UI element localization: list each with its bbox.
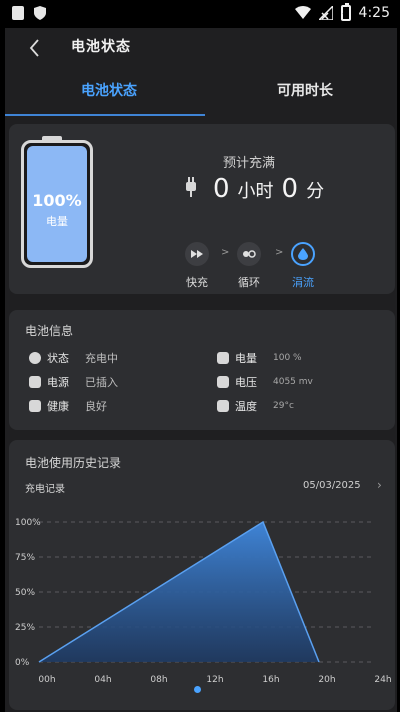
info-power-value: 已插入 bbox=[85, 376, 118, 389]
x-tick-label: 20h bbox=[318, 675, 335, 685]
chart-svg: 0% 25% 50% 75% 100% 00h 04h 08h 12h 16h 20h 24h bbox=[15, 518, 392, 685]
notification-square-icon bbox=[12, 6, 24, 20]
status-left bbox=[12, 6, 46, 20]
history-card: 电池使用历史记录 充电记录 05/03/2025 › 0% 25% 50% 75% 10… bbox=[9, 440, 395, 710]
charge-history-chart: 0% 25% 50% 75% 100% 00h 04h 08h 12h 16h 20h 24h bbox=[9, 506, 395, 694]
plug-icon bbox=[186, 177, 196, 197]
charge-record-label: 充电记录 bbox=[25, 484, 65, 495]
info-voltage-label: 电压 bbox=[235, 376, 257, 389]
trickle-drop-icon bbox=[291, 242, 315, 266]
app-window: 电池状态 电池状态 可用时长 100% 电量 预计充满 0 小时 0 分 快充 … bbox=[5, 28, 397, 712]
info-level-value: 100 % bbox=[273, 353, 302, 363]
fast-forward-icon bbox=[185, 242, 209, 266]
info-health: 健康 良好 bbox=[29, 398, 107, 414]
page-indicator-dot[interactable] bbox=[194, 686, 201, 693]
battery-tip bbox=[42, 136, 62, 142]
battery-percent: 100% bbox=[32, 191, 82, 210]
info-temperature: 温度 29°c bbox=[217, 398, 294, 414]
battery-label: 电量 bbox=[46, 215, 68, 228]
y-tick-label: 25% bbox=[15, 623, 35, 633]
info-voltage-value: 4055 mv bbox=[273, 377, 313, 387]
hours-unit: 小时 bbox=[237, 181, 274, 202]
info-status: 状态 充电中 bbox=[29, 350, 118, 366]
power-icon bbox=[29, 352, 41, 364]
clock: 4:25 bbox=[358, 5, 390, 21]
battery-level-icon bbox=[217, 352, 229, 364]
chevron-right-icon[interactable]: › bbox=[377, 478, 382, 492]
mode-separator-2: > bbox=[275, 247, 284, 258]
wifi-icon bbox=[294, 6, 311, 19]
mode-fast-label: 快充 bbox=[186, 276, 208, 289]
tab-usage-time[interactable]: 可用时长 bbox=[277, 80, 333, 100]
info-temperature-value: 29°c bbox=[273, 401, 294, 411]
mode-cycle-charge[interactable]: 循环 bbox=[237, 242, 261, 290]
mode-separator-1: > bbox=[221, 247, 230, 258]
history-date[interactable]: 05/03/2025 bbox=[303, 480, 361, 491]
page-title: 电池状态 bbox=[71, 39, 131, 55]
x-tick-label: 08h bbox=[150, 675, 167, 685]
battery-info-title: 电池信息 bbox=[25, 324, 74, 338]
y-tick-label: 0% bbox=[15, 658, 30, 668]
info-voltage: 电压 4055 mv bbox=[217, 374, 313, 390]
voltage-icon bbox=[217, 376, 229, 388]
y-tick-label: 100% bbox=[15, 518, 41, 528]
back-chevron-icon[interactable] bbox=[23, 36, 47, 60]
x-tick-label: 12h bbox=[206, 675, 223, 685]
mode-trickle-label: 涓流 bbox=[292, 276, 314, 289]
mode-trickle-charge[interactable]: 涓流 bbox=[291, 242, 315, 290]
battery-status-card: 100% 电量 预计充满 0 小时 0 分 快充 > 循环 > 涓流 bbox=[9, 124, 395, 294]
info-health-value: 良好 bbox=[85, 400, 107, 413]
history-title: 电池使用历史记录 bbox=[25, 456, 122, 470]
cycle-icon bbox=[237, 242, 261, 266]
y-tick-label: 50% bbox=[15, 588, 35, 598]
battery-info-card: 电池信息 状态 充电中 电源 已插入 健康 良好 电量 100 % 电压 405… bbox=[9, 310, 395, 430]
status-bar: 4:25 bbox=[0, 0, 400, 28]
shield-icon bbox=[34, 6, 46, 20]
battery-charging-icon bbox=[340, 3, 351, 21]
info-health-label: 健康 bbox=[47, 400, 69, 413]
info-level-label: 电量 bbox=[235, 352, 257, 365]
x-tick-label: 24h bbox=[374, 675, 391, 685]
minutes-value: 0 bbox=[281, 174, 299, 204]
status-right: 4:25 bbox=[294, 3, 390, 21]
info-status-label: 状态 bbox=[47, 352, 69, 365]
mode-cycle-label: 循环 bbox=[238, 276, 260, 289]
battery-graphic: 100% 电量 bbox=[21, 140, 93, 268]
temperature-icon bbox=[217, 400, 229, 412]
info-power: 电源 已插入 bbox=[29, 374, 118, 390]
y-tick-label: 75% bbox=[15, 553, 35, 563]
x-tick-label: 16h bbox=[262, 675, 279, 685]
minutes-unit: 分 bbox=[306, 181, 325, 202]
info-level: 电量 100 % bbox=[217, 350, 302, 366]
info-status-value: 充电中 bbox=[85, 352, 118, 365]
x-tick-label: 04h bbox=[94, 675, 111, 685]
no-signal-icon bbox=[318, 6, 333, 20]
info-power-label: 电源 bbox=[47, 376, 69, 389]
x-tick-label: 00h bbox=[38, 675, 55, 685]
full-charge-title: 预计充满 bbox=[223, 156, 276, 171]
hours-value: 0 bbox=[213, 174, 230, 204]
plug-icon bbox=[29, 376, 41, 388]
info-temperature-label: 温度 bbox=[235, 400, 257, 413]
top-bar: 电池状态 bbox=[5, 28, 397, 68]
tab-battery-status[interactable]: 电池状态 bbox=[81, 80, 137, 100]
time-to-full: 0 小时 0 分 bbox=[213, 174, 324, 204]
tab-bar: 电池状态 可用时长 bbox=[5, 68, 397, 116]
mode-fast-charge[interactable]: 快充 bbox=[185, 242, 209, 290]
active-tab-underline bbox=[5, 114, 205, 116]
health-icon bbox=[29, 400, 41, 412]
